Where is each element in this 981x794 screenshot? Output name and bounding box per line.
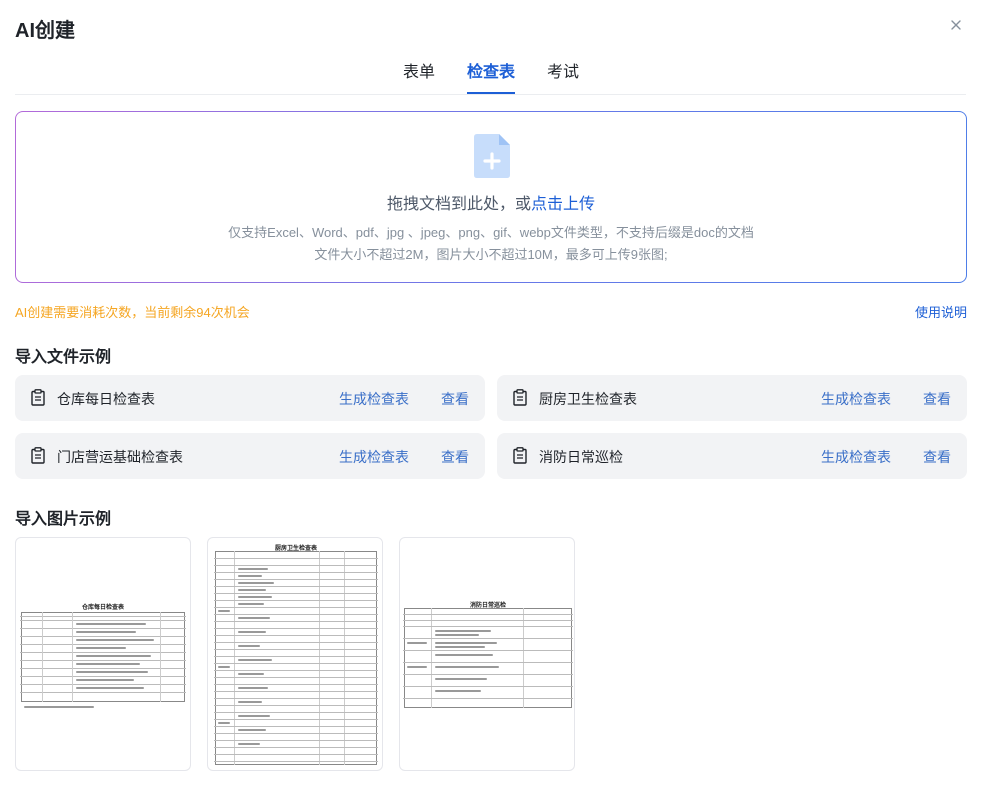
upload-dropzone[interactable]: 拖拽文档到此处，或点击上传 仅支持Excel、Word、pdf、jpg 、jpe… (15, 111, 967, 283)
generate-checklist-button[interactable]: 生成检查表 (821, 447, 891, 467)
file-example-card: 消防日常巡检 生成检查表 查看 (497, 433, 967, 479)
view-button[interactable]: 查看 (441, 389, 469, 409)
upload-instruction-text: 拖拽文档到此处，或 (386, 196, 531, 213)
file-example-card: 门店营运基础检查表 生成检查表 查看 (15, 433, 485, 479)
image-examples-title: 导入图片示例 (15, 511, 112, 528)
generate-checklist-button[interactable]: 生成检查表 (821, 389, 891, 409)
quota-notice: AI创建需要消耗次数，当前剩余94次机会 (15, 305, 250, 320)
view-button[interactable]: 查看 (923, 447, 951, 467)
usage-guide-link[interactable]: 使用说明 (915, 302, 967, 321)
clipboard-icon (513, 447, 527, 469)
clipboard-icon (513, 389, 527, 411)
document-preview: 消防日常巡检 (403, 598, 573, 713)
generate-checklist-button[interactable]: 生成检查表 (339, 447, 409, 467)
tab-checklist[interactable]: 检查表 (467, 60, 516, 94)
view-button[interactable]: 查看 (441, 447, 469, 467)
close-icon[interactable] (947, 16, 965, 34)
image-example-thumbnail[interactable]: 仓库每日检查表 (15, 537, 191, 771)
file-example-card: 厨房卫生检查表 生成检查表 查看 (497, 375, 967, 421)
document-preview: 厨房卫生检查表 (214, 541, 378, 767)
click-upload-link[interactable]: 点击上传 (531, 196, 595, 213)
file-example-name: 门店营运基础检查表 (57, 449, 183, 465)
image-example-thumbnail[interactable]: 消防日常巡检 (399, 537, 575, 771)
tab-bar: 表单 检查表 考试 (0, 60, 981, 95)
tab-exam[interactable]: 考试 (547, 60, 579, 94)
document-preview: 仓库每日检查表 (20, 598, 186, 713)
tab-divider (15, 94, 966, 95)
generate-checklist-button[interactable]: 生成检查表 (339, 389, 409, 409)
upload-instruction: 拖拽文档到此处，或点击上传 (16, 190, 966, 214)
file-example-name: 厨房卫生检查表 (539, 391, 637, 407)
image-example-thumbnail[interactable]: 厨房卫生检查表 (207, 537, 383, 771)
clipboard-icon (31, 389, 45, 411)
view-button[interactable]: 查看 (923, 389, 951, 409)
file-examples-title: 导入文件示例 (15, 349, 112, 366)
upload-size-hint: 文件大小不超过2M，图片大小不超过10M，最多可上传9张图; (314, 247, 668, 262)
file-example-card: 仓库每日检查表 生成检查表 查看 (15, 375, 485, 421)
document-preview-title: 仓库每日检查表 (81, 604, 124, 611)
file-add-icon (474, 134, 510, 183)
upload-filetype-hint: 仅支持Excel、Word、pdf、jpg 、jpeg、png、gif、webp… (228, 225, 754, 240)
tab-form[interactable]: 表单 (403, 60, 435, 94)
dialog-title: AI创建 (15, 20, 75, 42)
file-example-name: 消防日常巡检 (539, 449, 623, 465)
clipboard-icon (31, 447, 45, 469)
file-example-name: 仓库每日检查表 (57, 391, 155, 407)
